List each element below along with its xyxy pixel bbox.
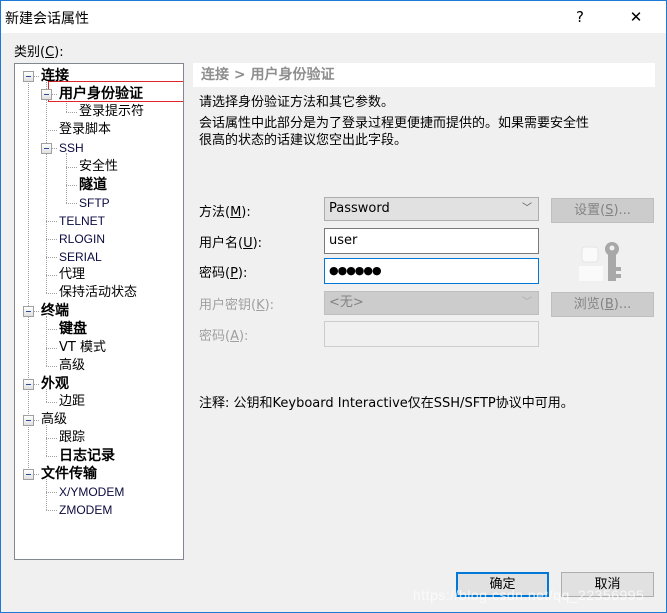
tree-connector	[66, 112, 77, 114]
user-key-label: 用户密钥(K):	[199, 298, 275, 313]
tree-item[interactable]: 保持活动状态	[59, 284, 137, 302]
method-select[interactable]: Password ﹀	[324, 197, 539, 221]
tree-connector	[46, 365, 57, 367]
tree-item[interactable]: 用户身份验证	[59, 85, 143, 103]
close-icon: ✕	[629, 8, 643, 26]
user-key-icon	[579, 242, 621, 281]
tree-connector	[66, 202, 77, 204]
tree-connector	[46, 275, 57, 277]
chevron-down-icon: ﹀	[522, 203, 532, 214]
tree-connector	[46, 479, 47, 511]
window-title: 新建会话属性	[5, 11, 89, 27]
tree-connector	[46, 238, 57, 240]
tree-item[interactable]: ZMODEM	[59, 501, 112, 519]
tree-item[interactable]: RLOGIN	[59, 230, 105, 248]
tree-item[interactable]: 隧道	[79, 176, 107, 194]
close-button[interactable]: ✕	[613, 1, 659, 33]
tree-item[interactable]: 日志记录	[59, 447, 115, 465]
tree-item[interactable]: VT 模式	[59, 339, 106, 357]
description-primary: 请选择身份验证方法和其它参数。	[199, 95, 395, 110]
tree-connector	[46, 401, 57, 403]
tree-connector	[46, 293, 57, 295]
tree-item[interactable]: 跟踪	[59, 429, 85, 447]
tree-connector	[46, 329, 57, 331]
collapse-icon[interactable]	[23, 306, 34, 318]
tree-connector	[46, 456, 57, 458]
password-label: 密码(P):	[199, 266, 248, 281]
collapse-icon[interactable]	[41, 143, 52, 155]
session-properties-dialog: 新建会话属性 ? ✕ 类别(C): 连接 用户身份验证 登录提示符 登录脚本 SSH 安全…	[0, 0, 667, 613]
tree-item[interactable]: 安全性	[79, 158, 118, 176]
collapse-icon[interactable]	[23, 71, 34, 82]
browse-button[interactable]: 浏览(B)...	[551, 292, 654, 317]
title-bar: 新建会话属性 ? ✕	[1, 1, 666, 33]
help-button[interactable]: ?	[557, 1, 603, 33]
method-value: Password	[329, 201, 390, 216]
help-icon: ?	[576, 8, 584, 26]
tree-item[interactable]: 登录提示符	[79, 103, 144, 121]
tree-item[interactable]: 文件传输	[41, 465, 97, 483]
settings-button[interactable]: 设置(S)...	[551, 198, 654, 223]
tree-item[interactable]: 外观	[41, 375, 69, 393]
tree-connector	[46, 438, 57, 439]
user-key-select[interactable]: <无> ﹀	[324, 291, 539, 315]
tree-item[interactable]: 连接	[41, 67, 69, 85]
tree-connector	[46, 424, 47, 457]
collapse-icon[interactable]	[41, 89, 52, 101]
collapse-icon[interactable]	[23, 378, 34, 390]
method-label: 方法(M):	[199, 205, 251, 220]
collapse-icon[interactable]	[23, 414, 34, 426]
tree-connector	[46, 347, 57, 349]
tree-connector	[66, 184, 77, 186]
tree-connector	[46, 257, 57, 258]
tree-item[interactable]: 边距	[59, 393, 85, 411]
tree-item[interactable]: SERIAL	[59, 248, 102, 266]
tree-connector	[66, 166, 77, 168]
tree-item[interactable]: X/YMODEM	[59, 483, 124, 501]
watermark: https://blog.csdn.net/qq_22356995	[413, 587, 645, 603]
tree-connector	[46, 78, 47, 294]
note-text: 注释: 公钥和Keyboard Interactive仅在SSH/SFTP协议中…	[199, 396, 574, 411]
tree-item[interactable]: 代理	[59, 266, 85, 284]
tree-item[interactable]: 登录脚本	[59, 121, 111, 139]
tree-connector	[46, 492, 57, 494]
collapse-icon[interactable]	[23, 469, 34, 481]
tree-item[interactable]: 高级	[59, 357, 85, 375]
tree-item[interactable]: SSH	[59, 139, 84, 157]
tree-connector	[46, 510, 57, 512]
tree-connector	[46, 220, 57, 222]
password-input[interactable]: ●●●●●●	[324, 258, 539, 284]
passphrase-label: 密码(A):	[199, 329, 249, 344]
tree-connector	[46, 316, 47, 366]
category-label: 类别(C):	[14, 45, 64, 60]
tree-item[interactable]: 高级	[41, 411, 67, 429]
tree-connector	[46, 130, 57, 132]
description-line2: 很高的状态的话建议您空出此字段。	[199, 133, 408, 148]
tree-connector	[66, 153, 67, 203]
user-key-value: <无>	[329, 295, 364, 310]
tree-item[interactable]: 键盘	[59, 320, 87, 338]
description-line1: 会话属性中此部分是为了登录过程更便捷而提供的。如果需要安全性	[199, 116, 590, 131]
username-input[interactable]: user	[324, 228, 539, 254]
chevron-down-icon: ﹀	[522, 297, 532, 308]
breadcrumb: 连接 > 用户身份验证	[193, 63, 655, 87]
tree-item[interactable]: TELNET	[59, 212, 105, 230]
tree-item[interactable]: SFTP	[79, 194, 110, 212]
category-tree[interactable]: 连接 用户身份验证 登录提示符 登录脚本 SSH 安全性 隧道 SFTP TELNET RLOGI…	[14, 63, 184, 560]
username-label: 用户名(U):	[199, 236, 263, 251]
tree-item[interactable]: 终端	[41, 302, 69, 320]
passphrase-input[interactable]	[324, 321, 539, 347]
